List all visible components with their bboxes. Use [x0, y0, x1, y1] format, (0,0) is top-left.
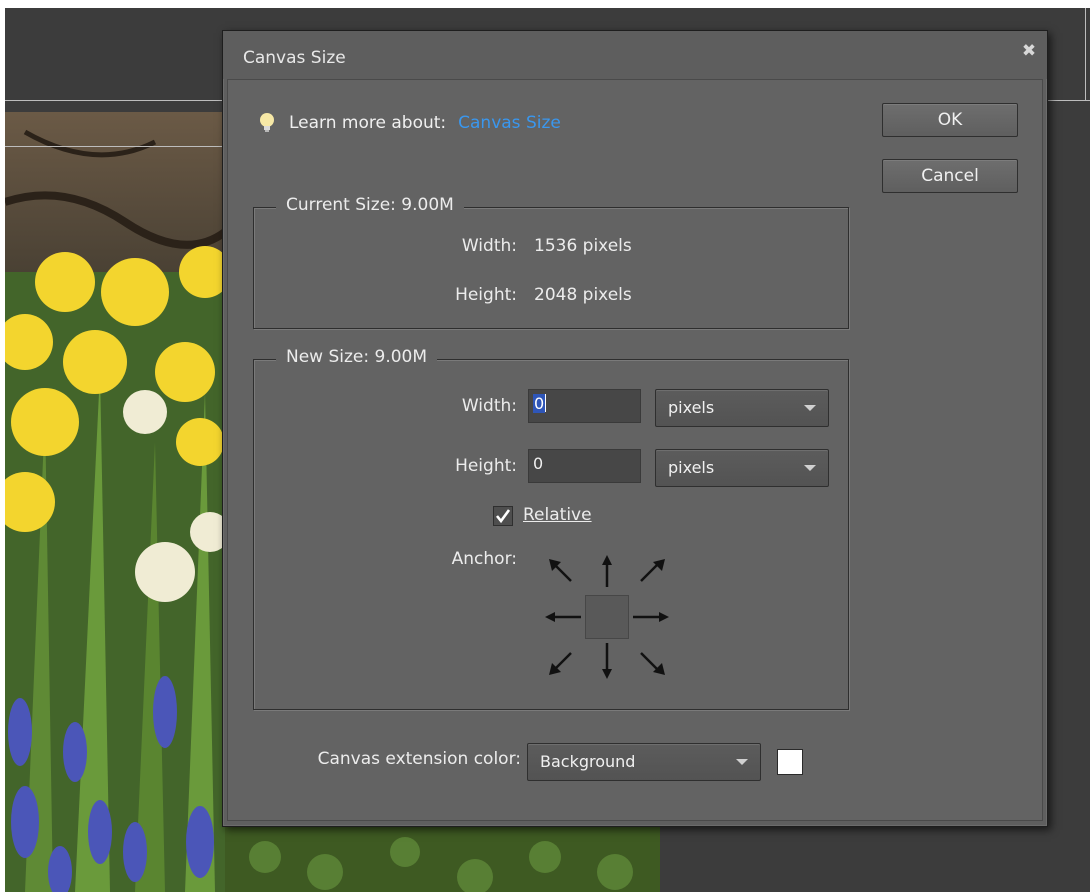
new-height-label: Height:	[455, 456, 517, 476]
new-height-value: 0	[533, 454, 544, 473]
anchor-grid	[541, 551, 673, 683]
text-caret	[545, 394, 547, 412]
arrow-up-left-icon	[549, 559, 572, 582]
new-height-input[interactable]: 0	[528, 449, 641, 483]
extension-color-swatch[interactable]	[777, 749, 803, 775]
anchor-label: Anchor:	[451, 549, 517, 569]
extension-color-value: Background	[540, 752, 636, 771]
learn-more-row: Learn more about: Canvas Size	[257, 111, 561, 135]
current-size-group: Current Size: 9.00M	[253, 195, 849, 329]
ok-button[interactable]: OK	[882, 103, 1018, 137]
top-strip	[0, 0, 1090, 8]
relative-label[interactable]: Relative	[523, 505, 592, 525]
canvas-size-dialog: Canvas Size ✖ Learn more about: Canvas S…	[222, 30, 1048, 827]
arrow-up-icon	[602, 555, 612, 587]
chevron-down-icon	[804, 405, 816, 411]
anchor-top-right[interactable]	[629, 551, 673, 595]
height-unit-value: pixels	[668, 458, 715, 477]
anchor-left[interactable]	[541, 595, 585, 639]
chevron-down-icon	[736, 759, 748, 765]
anchor-right[interactable]	[629, 595, 673, 639]
current-height-value: 2048 pixels	[534, 285, 632, 305]
current-size-legend: Current Size: 9.00M	[276, 195, 464, 215]
extension-color-select[interactable]: Background	[527, 743, 761, 781]
learn-more-label: Learn more about:	[289, 113, 447, 133]
lightbulb-icon	[260, 113, 274, 132]
new-width-label: Width:	[461, 396, 517, 416]
arrow-up-right-icon	[640, 559, 665, 582]
anchor-top-left[interactable]	[541, 551, 585, 595]
new-width-input[interactable]: 0	[528, 389, 641, 423]
anchor-top[interactable]	[585, 551, 629, 595]
arrow-down-icon	[602, 643, 612, 679]
arrow-left-icon	[545, 612, 581, 622]
extension-color-label: Canvas extension color:	[317, 749, 521, 769]
learn-more-link[interactable]: Canvas Size	[458, 113, 561, 133]
cancel-button[interactable]: Cancel	[882, 159, 1018, 193]
current-height-label: Height:	[455, 285, 517, 305]
anchor-bottom[interactable]	[585, 639, 629, 683]
width-unit-value: pixels	[668, 398, 715, 417]
dialog-title: Canvas Size	[243, 48, 346, 68]
anchor-center[interactable]	[585, 595, 629, 639]
dialog-titlebar[interactable]: Canvas Size ✖	[223, 31, 1047, 79]
current-width-label: Width:	[461, 236, 517, 256]
anchor-bottom-left[interactable]	[541, 639, 585, 683]
new-width-value: 0	[533, 394, 546, 413]
chevron-down-icon	[804, 465, 816, 471]
anchor-bottom-right[interactable]	[629, 639, 673, 683]
arrow-down-left-icon	[549, 652, 572, 675]
guide-line	[1085, 8, 1086, 101]
arrow-down-right-icon	[640, 652, 665, 675]
new-size-legend: New Size: 9.00M	[276, 347, 438, 367]
current-width-value: 1536 pixels	[534, 236, 632, 256]
close-icon[interactable]: ✖	[1019, 41, 1039, 61]
width-unit-select[interactable]: pixels	[655, 389, 829, 427]
arrow-right-icon	[633, 612, 669, 622]
relative-label-text: Relative	[523, 505, 592, 525]
height-unit-select[interactable]: pixels	[655, 449, 829, 487]
relative-checkbox[interactable]	[493, 506, 513, 526]
